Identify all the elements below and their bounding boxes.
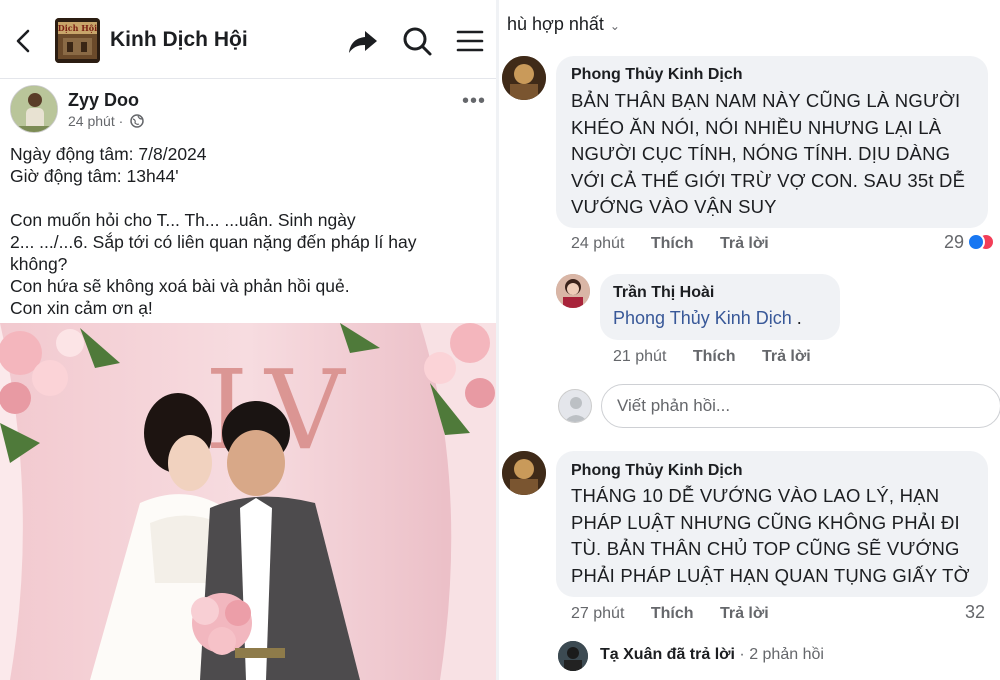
comment-time[interactable]: 27 phút — [571, 605, 624, 622]
comment-meta: 27 phút Thích Trả lời — [571, 605, 791, 623]
view-replies-link[interactable]: Tạ Xuân đã trả lời · 2 phản hồi — [600, 646, 824, 664]
author-avatar[interactable] — [10, 85, 58, 133]
current-user-avatar — [558, 389, 592, 423]
post-line: không? — [10, 254, 68, 274]
replied-action: đã trả lời — [662, 646, 735, 663]
comment-meta: 24 phút Thích Trả lời — [571, 235, 791, 253]
post-time-text: 24 phút · — [68, 113, 124, 129]
sort-label: hù hợp nhất — [507, 14, 604, 34]
post-body: Ngày động tâm: 7/8/2024 Giờ động tâm: 13… — [10, 143, 490, 319]
reply-bubble: Trần Thị Hoài Phong Thủy Kinh Dịch . — [600, 274, 840, 340]
commenter-avatar[interactable] — [502, 451, 546, 495]
reaction-number: 32 — [965, 602, 986, 622]
comment-time[interactable]: 24 phút — [571, 235, 624, 252]
back-arrow-icon[interactable] — [12, 27, 36, 55]
post-time[interactable]: 24 phút · — [68, 113, 144, 129]
post-line-blank — [10, 187, 490, 209]
reply-button[interactable]: Trả lời — [720, 605, 769, 622]
hamburger-menu-icon[interactable] — [453, 24, 487, 58]
reply-author[interactable]: Trần Thị Hoài — [613, 284, 714, 302]
globe-icon — [130, 114, 144, 128]
chevron-down-icon: ⌄ — [609, 19, 620, 33]
page-title[interactable]: Kinh Dịch Hội — [110, 28, 248, 52]
comment-line: PHÁP LUẬT NHƯNG CŨNG KHÔNG PHẢI ĐI — [571, 511, 960, 533]
header-divider — [0, 78, 496, 79]
comment-author[interactable]: Phong Thủy Kinh Dịch — [571, 66, 743, 84]
post-line: 2... .../...6. Sắp tới có liên quan nặng… — [10, 232, 417, 252]
comment-author[interactable]: Phong Thủy Kinh Dịch — [571, 462, 743, 480]
replier-avatar[interactable] — [556, 274, 590, 308]
replier-avatar[interactable] — [558, 641, 588, 671]
post-line: Con hứa sẽ không xoá bài và phản hồi quẻ… — [10, 276, 350, 296]
comment-line: NGƯỜI CỤC TÍNH, NÓNG TÍNH. DỊU DÀNG — [571, 143, 951, 164]
post-author[interactable]: Zyy Doo — [68, 90, 139, 111]
post-line: Con xin cảm ơn ạ! — [10, 298, 153, 318]
comment-line: BẢN THÂN BẠN NAM NÀY CŨNG LÀ NGƯỜI — [571, 90, 961, 111]
top-bar: Dịch Hội Kinh Dịch Hội — [0, 0, 496, 78]
comment-line: VƯỚNG VÀO VẬN SUY — [571, 196, 777, 217]
reply-time[interactable]: 21 phút — [613, 348, 666, 365]
post-header: Zyy Doo 24 phút · ••• — [0, 82, 496, 136]
search-icon[interactable] — [400, 24, 434, 58]
post-line: Con muốn hỏi cho T... Th... ...uân. Sinh… — [10, 210, 356, 230]
reply-input[interactable]: Viết phản hồi... — [601, 384, 1000, 428]
post-line: Ngày động tâm: 7/8/2024 — [10, 144, 207, 164]
sort-dropdown[interactable]: hù hợp nhất ⌄ — [507, 14, 620, 35]
reply-count: · 2 phản hồi — [734, 646, 824, 663]
comment-line: VỚI CẢ THẾ GIỚI TRỪ VỢ CON. SAU 35t DỄ — [571, 169, 966, 191]
comment-text: BẢN THÂN BẠN NAM NÀY CŨNG LÀ NGƯỜI KHÉO … — [571, 88, 986, 221]
comment-line: TÙ. BẢN THÂN CHỦ TOP CŨNG SẼ VƯỚNG — [571, 538, 960, 559]
post-photo[interactable]: LV — [0, 323, 496, 680]
comment-text: THÁNG 10 DỄ VƯỚNG VÀO LAO LÝ, HẠN PHÁP L… — [571, 483, 986, 589]
like-button[interactable]: Thích — [693, 348, 736, 365]
comment-line: KHÉO ĂN NÓI, NÓI NHIỀU NHƯNG LẠI LÀ — [571, 116, 942, 138]
comment-bubble: Phong Thủy Kinh Dịch THÁNG 10 DỄ VƯỚNG V… — [556, 451, 988, 597]
comments-panel: hù hợp nhất ⌄ Phong Thủy Kinh Dịch BẢN TH… — [499, 0, 1000, 680]
reaction-number: 29 — [944, 232, 965, 252]
post-line: Giờ động tâm: 13h44' — [10, 166, 179, 186]
reply-text-tail: . — [791, 308, 802, 328]
reply-button[interactable]: Trả lời — [720, 235, 769, 252]
commenter-avatar[interactable] — [502, 56, 546, 100]
comment-line: PHẢI PHÁP LUẬT HẠN QUAN TỤNG GIẤY TỜ — [571, 564, 970, 586]
reply-button[interactable]: Trả lời — [762, 348, 811, 365]
post-panel: Dịch Hội Kinh Dịch Hội Zyy Doo 24 phút ·… — [0, 0, 496, 680]
mention-link[interactable]: Phong Thủy Kinh Dịch — [613, 308, 792, 328]
replier-name: Tạ Xuân — [600, 646, 663, 663]
logo-text: Dịch Hội — [58, 23, 97, 33]
reply-placeholder: Viết phản hồi... — [617, 396, 731, 415]
comment-line: THÁNG 10 DỄ VƯỚNG VÀO LAO LÝ, HẠN — [571, 485, 940, 506]
reaction-count[interactable]: 29 — [944, 232, 996, 253]
share-icon[interactable] — [346, 24, 380, 58]
like-button[interactable]: Thích — [651, 605, 694, 622]
comment-bubble: Phong Thủy Kinh Dịch BẢN THÂN BẠN NAM NÀ… — [556, 56, 988, 228]
reply-text: Phong Thủy Kinh Dịch . — [613, 308, 802, 329]
like-button[interactable]: Thích — [651, 235, 694, 252]
reply-meta: 21 phút Thích Trả lời — [613, 348, 833, 366]
more-options-icon[interactable]: ••• — [462, 90, 486, 113]
page-logo[interactable]: Dịch Hội — [55, 18, 100, 63]
like-reaction-icon — [967, 233, 986, 251]
reaction-count[interactable]: 32 — [965, 602, 985, 623]
